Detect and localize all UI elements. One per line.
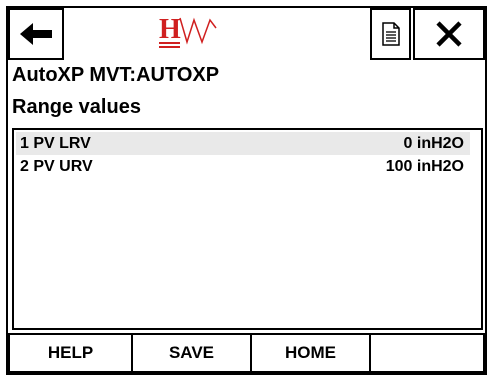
list-item-value: 0 inH2O xyxy=(403,134,464,152)
home-button[interactable]: HOME xyxy=(250,333,371,373)
list-item-value: 100 inH2O xyxy=(385,157,464,175)
range-values-list: 1 PV LRV 0 inH2O 2 PV URV 100 inH2O xyxy=(12,128,483,330)
svg-text:H: H xyxy=(159,14,181,45)
document-icon xyxy=(381,22,400,46)
close-x-icon xyxy=(436,21,462,47)
device-title: AutoXP MVT:AUTOXP xyxy=(12,64,220,86)
back-button[interactable] xyxy=(8,8,64,60)
list-item-label: 2 PV URV xyxy=(20,157,93,175)
bottom-button-bar: HELP SAVE HOME xyxy=(8,333,485,373)
page-title: Range values xyxy=(12,96,141,118)
top-toolbar: H xyxy=(8,8,485,63)
hw-logo: H xyxy=(159,14,217,48)
empty-softkey[interactable] xyxy=(369,333,485,373)
list-item[interactable]: 2 PV URV 100 inH2O xyxy=(16,155,470,178)
left-arrow-icon xyxy=(20,23,52,45)
list-item[interactable]: 1 PV LRV 0 inH2O xyxy=(16,132,470,155)
device-screen: H AutoXP MVT:AUTOXP Range values 1 PV LR… xyxy=(6,6,487,375)
list-item-label: 1 PV LRV xyxy=(20,134,91,152)
help-button[interactable]: HELP xyxy=(8,333,133,373)
close-button[interactable] xyxy=(413,8,485,60)
save-button[interactable]: SAVE xyxy=(131,333,252,373)
document-button[interactable] xyxy=(370,8,411,60)
